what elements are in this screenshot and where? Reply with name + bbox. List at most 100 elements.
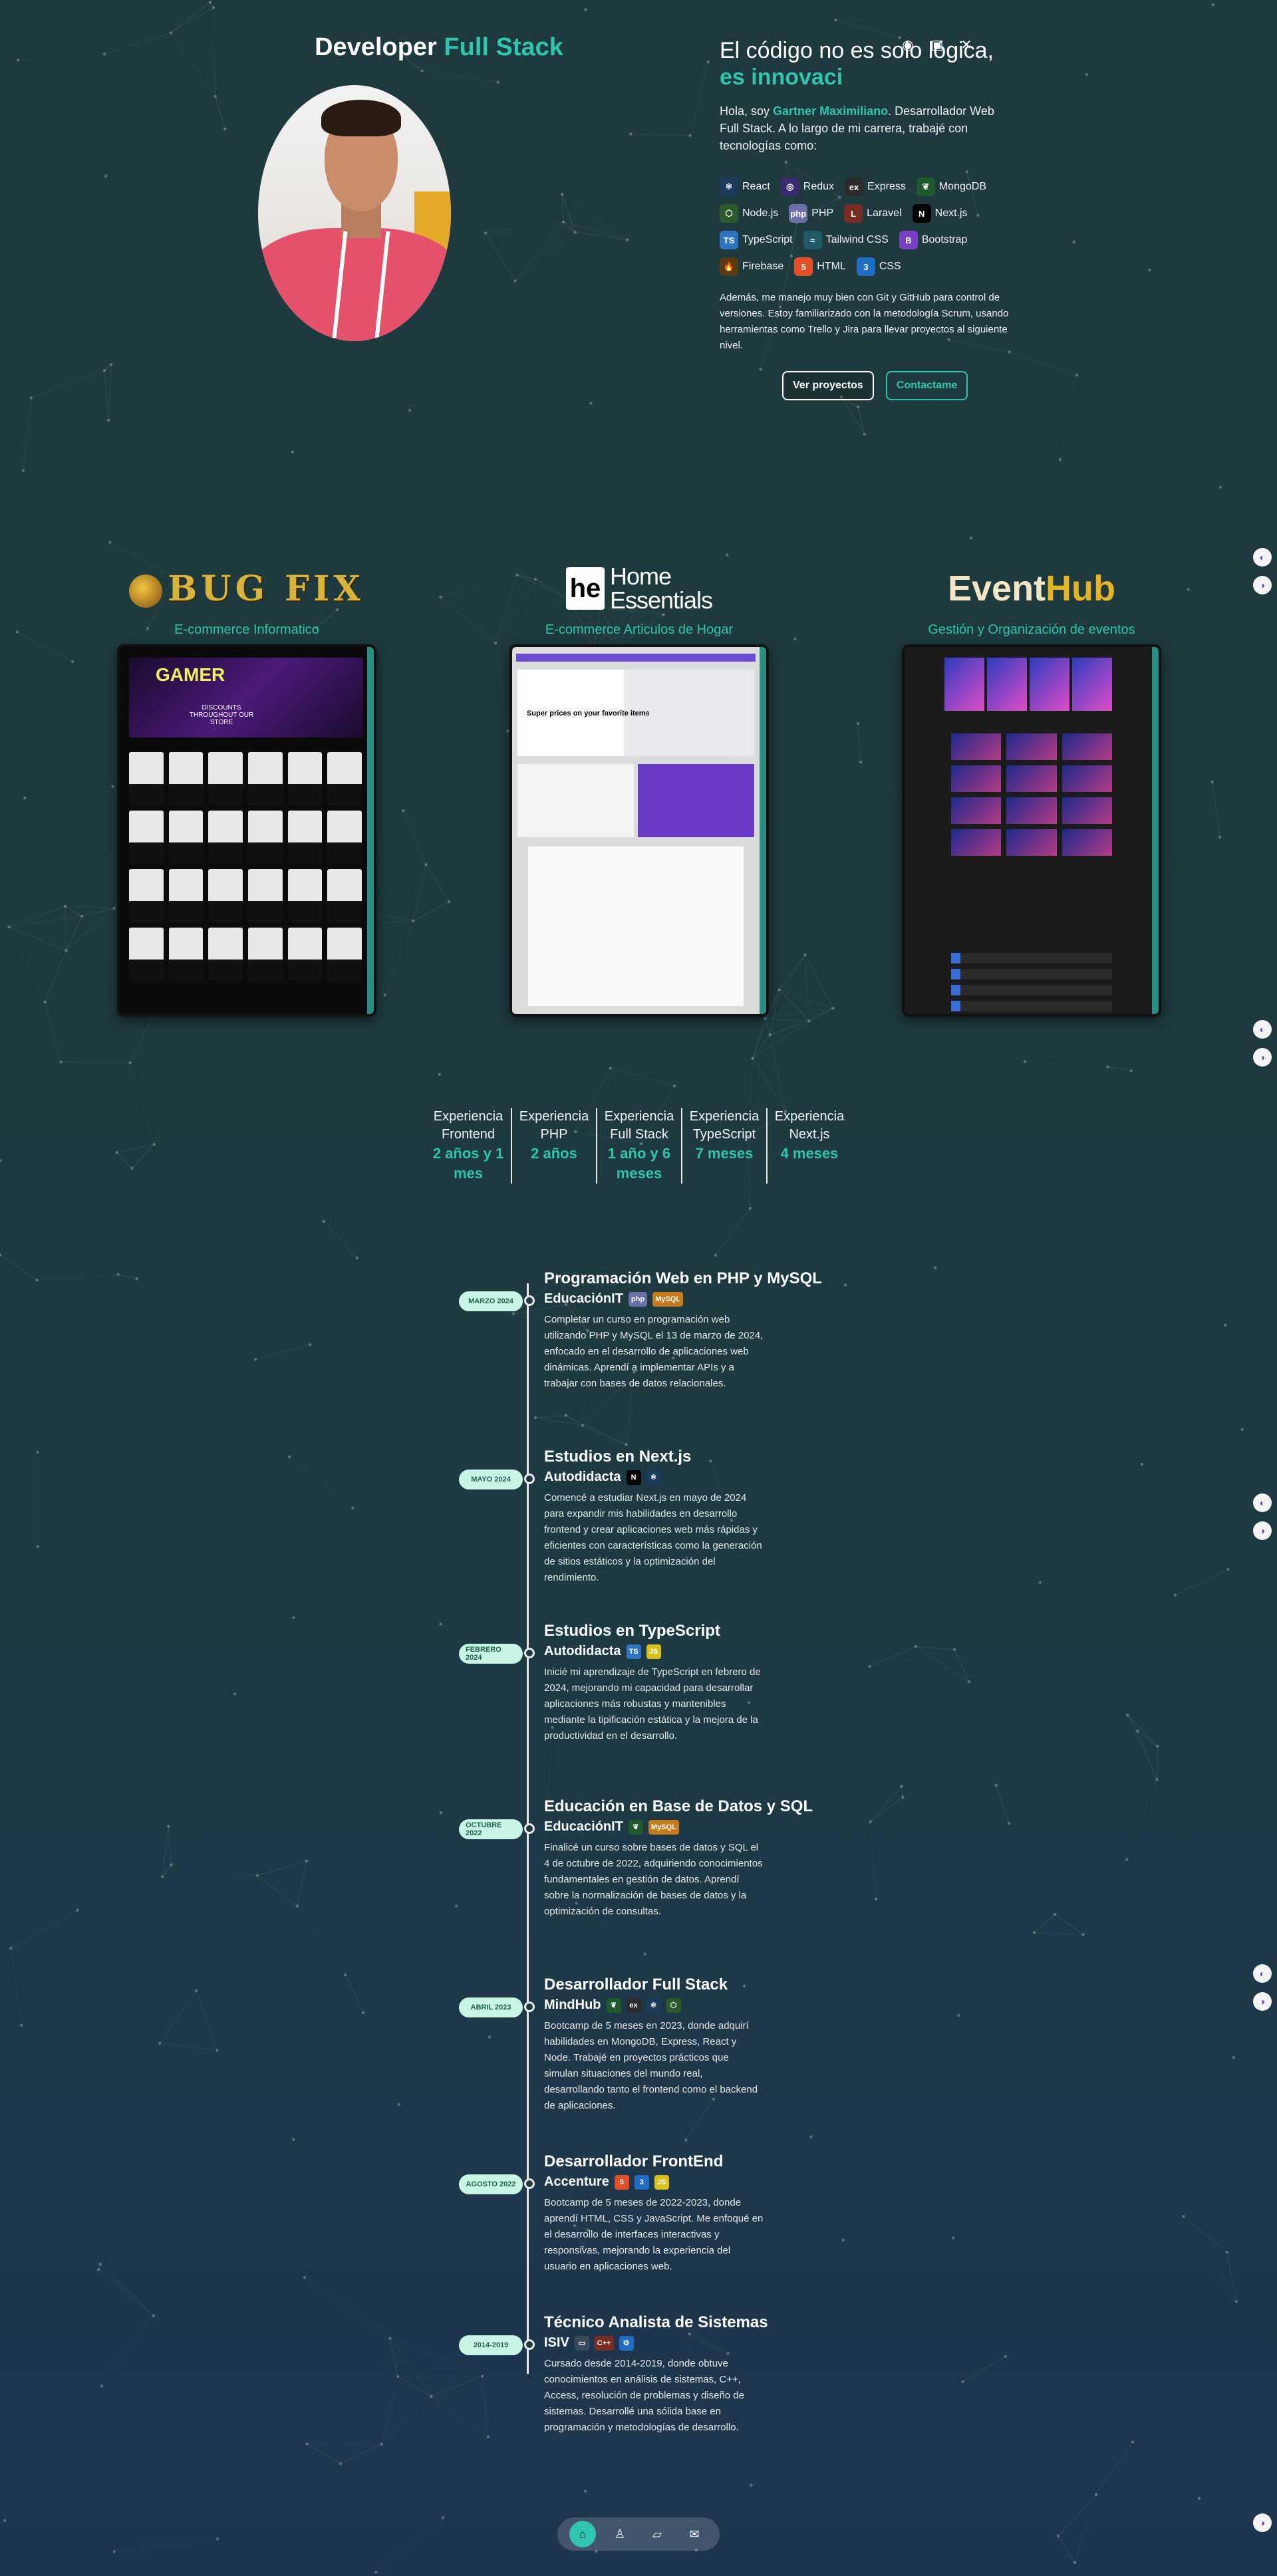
experience-stat: Experiencia Full Stack 1 año y 6 meses [596,1108,681,1184]
avatar [258,85,451,341]
github-icon[interactable]: ◉ [899,36,917,53]
css-icon: 3 [856,257,875,276]
timeline-org: EducaciónIT ❦ MySQL [544,1819,764,1835]
typescript-icon: TS [720,231,738,249]
experience-stats: Experiencia Frontend 2 años y 1 mes Experi… [426,1108,851,1184]
timeline-description: Cursado desde 2014-2019, donde obtuve co… [544,2358,744,2433]
timeline-dot [524,1474,535,1484]
twitter-icon[interactable]: ✕ [958,36,975,53]
tech-item: ⚛ React [720,177,770,197]
nodejs-icon: ⬡ [720,204,738,223]
home-icon[interactable]: ⌂ [569,2521,596,2547]
tech-chip-icon: ⚛ [646,1470,661,1485]
timeline-description: Comencé a estudiar Next.js en mayo de 20… [544,1492,762,1583]
project-screenshot[interactable]: Super prices on your favorite items [509,644,769,1017]
tailwind-icon: ≈ [803,231,822,249]
project-card-home-essentials[interactable]: he Home Essentials E-commerce Articulos d… [509,559,769,1017]
side-icon-top[interactable]: ◐ [1253,1020,1272,1039]
tech-item: 3 CSS [856,257,901,277]
screenshot-scrollbar[interactable] [1152,647,1159,1014]
timeline-date: MAYO 2024 [459,1470,523,1489]
tech-item: TS TypeScript [720,230,793,250]
tech-item: L Laravel [844,203,902,223]
project-logo: he Home Essentials [509,559,769,618]
tech-label: Bootstrap [921,234,968,245]
screenshot-scrollbar[interactable] [367,647,374,1014]
hero-buttons: Ver proyectos Contactame [782,371,968,400]
tech-item: ◎ Redux [780,177,834,197]
timeline-description: Inicié mi aprendizaje de TypeScript en f… [544,1666,761,1741]
tech-chip-icon: ❦ [606,1997,621,2013]
experience-stat: Experiencia TypeScript 7 meses [681,1108,766,1184]
tech-label: Tailwind CSS [825,234,889,245]
side-icon-bottom[interactable]: ◑ [1253,1521,1272,1540]
hero-extra-text: Además, me manejo muy bien con Git y Git… [720,292,1009,351]
timeline-org: ISIV ▭ C++ ⚙ [544,2335,764,2351]
firebase-icon: 🔥 [720,257,738,276]
mail-icon[interactable]: ✉ [681,2521,708,2547]
side-icon-top[interactable]: ◐ [1253,548,1272,567]
tech-label: HTML [817,261,846,272]
side-icon-bottom[interactable]: ◑ [1253,1048,1272,1067]
tech-chip-icon: MySQL [648,1819,679,1835]
tech-item: ex Express [845,177,906,197]
side-buttons: ◐ ◑ [1253,1020,1273,1076]
tech-chip-icon: 3 [634,2174,649,2190]
hero-heading-line2: es innovaci [720,64,843,90]
timeline-org: EducaciónIT php MySQL [544,1291,764,1307]
tech-item: ⬡ Node.js [720,203,778,223]
side-buttons: ◐ ◑ [1253,1964,1273,2020]
html-icon: 5 [794,257,813,276]
side-buttons: ◐ ◑ [1253,1493,1273,1549]
contact-button[interactable]: Contactame [885,371,968,400]
hero-heading: El código no es solo lógica, es innovaci [720,37,1039,90]
tech-label: CSS [879,261,901,272]
tech-list: ⚛ React ◎ Redux ex Express ❦ MongoDB ⬡ Node.js php… [720,177,1012,277]
timeline-dot [524,2001,535,2012]
redux-icon: ◎ [780,178,799,196]
tech-chip-icon: ❦ [628,1819,643,1835]
experience-stat: Experiencia PHP 2 años [511,1108,596,1184]
project-subtitle: Gestión y Organización de eventos [928,622,1135,637]
tech-label: TypeScript [742,234,793,245]
hero-intro: Hola, soy Gartner Maximiliano. Desarroll… [720,104,994,152]
side-icon-top[interactable]: ◐ [1253,1964,1272,1983]
tech-label: Next.js [934,207,968,219]
tech-label: PHP [811,207,834,219]
timeline-dot [524,2178,535,2189]
folder-icon[interactable]: ▱ [644,2521,670,2547]
bottom-nav: ⌂ ♙ ▱ ✉ [557,2517,720,2551]
experience-stat: Experiencia Next.js 4 meses [766,1108,851,1184]
timeline-date: ABRIL 2023 [459,1997,523,2017]
project-screenshot[interactable] [902,644,1161,1017]
screenshot-scrollbar[interactable] [760,647,766,1014]
project-subtitle: E-commerce Informatico [174,622,319,637]
stat-label: Experiencia Next.js [774,1109,845,1142]
project-card-bugfix[interactable]: BUG FIX E-commerce Informatico GAMER DIS… [117,559,376,1017]
project-card-eventhub[interactable]: EventHub Gestión y Organización de event… [902,559,1161,1017]
tech-item: ❦ MongoDB [916,177,986,197]
view-projects-button[interactable]: Ver proyectos [782,371,874,400]
php-icon: php [789,204,808,223]
timeline-description: Bootcamp de 5 meses en 2023, donde adqui… [544,2020,758,2111]
timeline-title: Desarrollador FrontEnd [544,2152,724,2170]
timeline-title: Programación Web en PHP y MySQL [544,1269,822,1287]
linkedin-icon[interactable]: ▣ [928,36,946,53]
timeline-dot [524,1823,535,1834]
tech-chip-icon: php [628,1291,648,1307]
side-icon-bottom[interactable]: ◑ [1253,1992,1272,2011]
stat-value: 1 año y 6 meses [607,1145,671,1182]
react-icon: ⚛ [720,178,738,196]
tech-label: Node.js [742,207,779,219]
stat-label: Experiencia TypeScript [689,1109,760,1142]
timeline-description: Bootcamp de 5 meses de 2022-2023, donde … [544,2197,764,2272]
side-icon-top[interactable]: ◐ [1253,1493,1272,1512]
project-subtitle: E-commerce Articulos de Hogar [545,622,734,637]
user-icon[interactable]: ♙ [607,2521,633,2547]
project-screenshot[interactable]: GAMER DISCOUNTS THROUGHOUT OUR STORE [117,644,376,1017]
side-buttons: ◐ ◑ [1253,548,1273,604]
side-buttons: ◑ [1253,2513,1273,2541]
tech-chip-icon: JS [654,2174,669,2190]
side-icon-bottom[interactable]: ◑ [1253,576,1272,594]
side-icon-bottom[interactable]: ◑ [1253,2513,1272,2532]
